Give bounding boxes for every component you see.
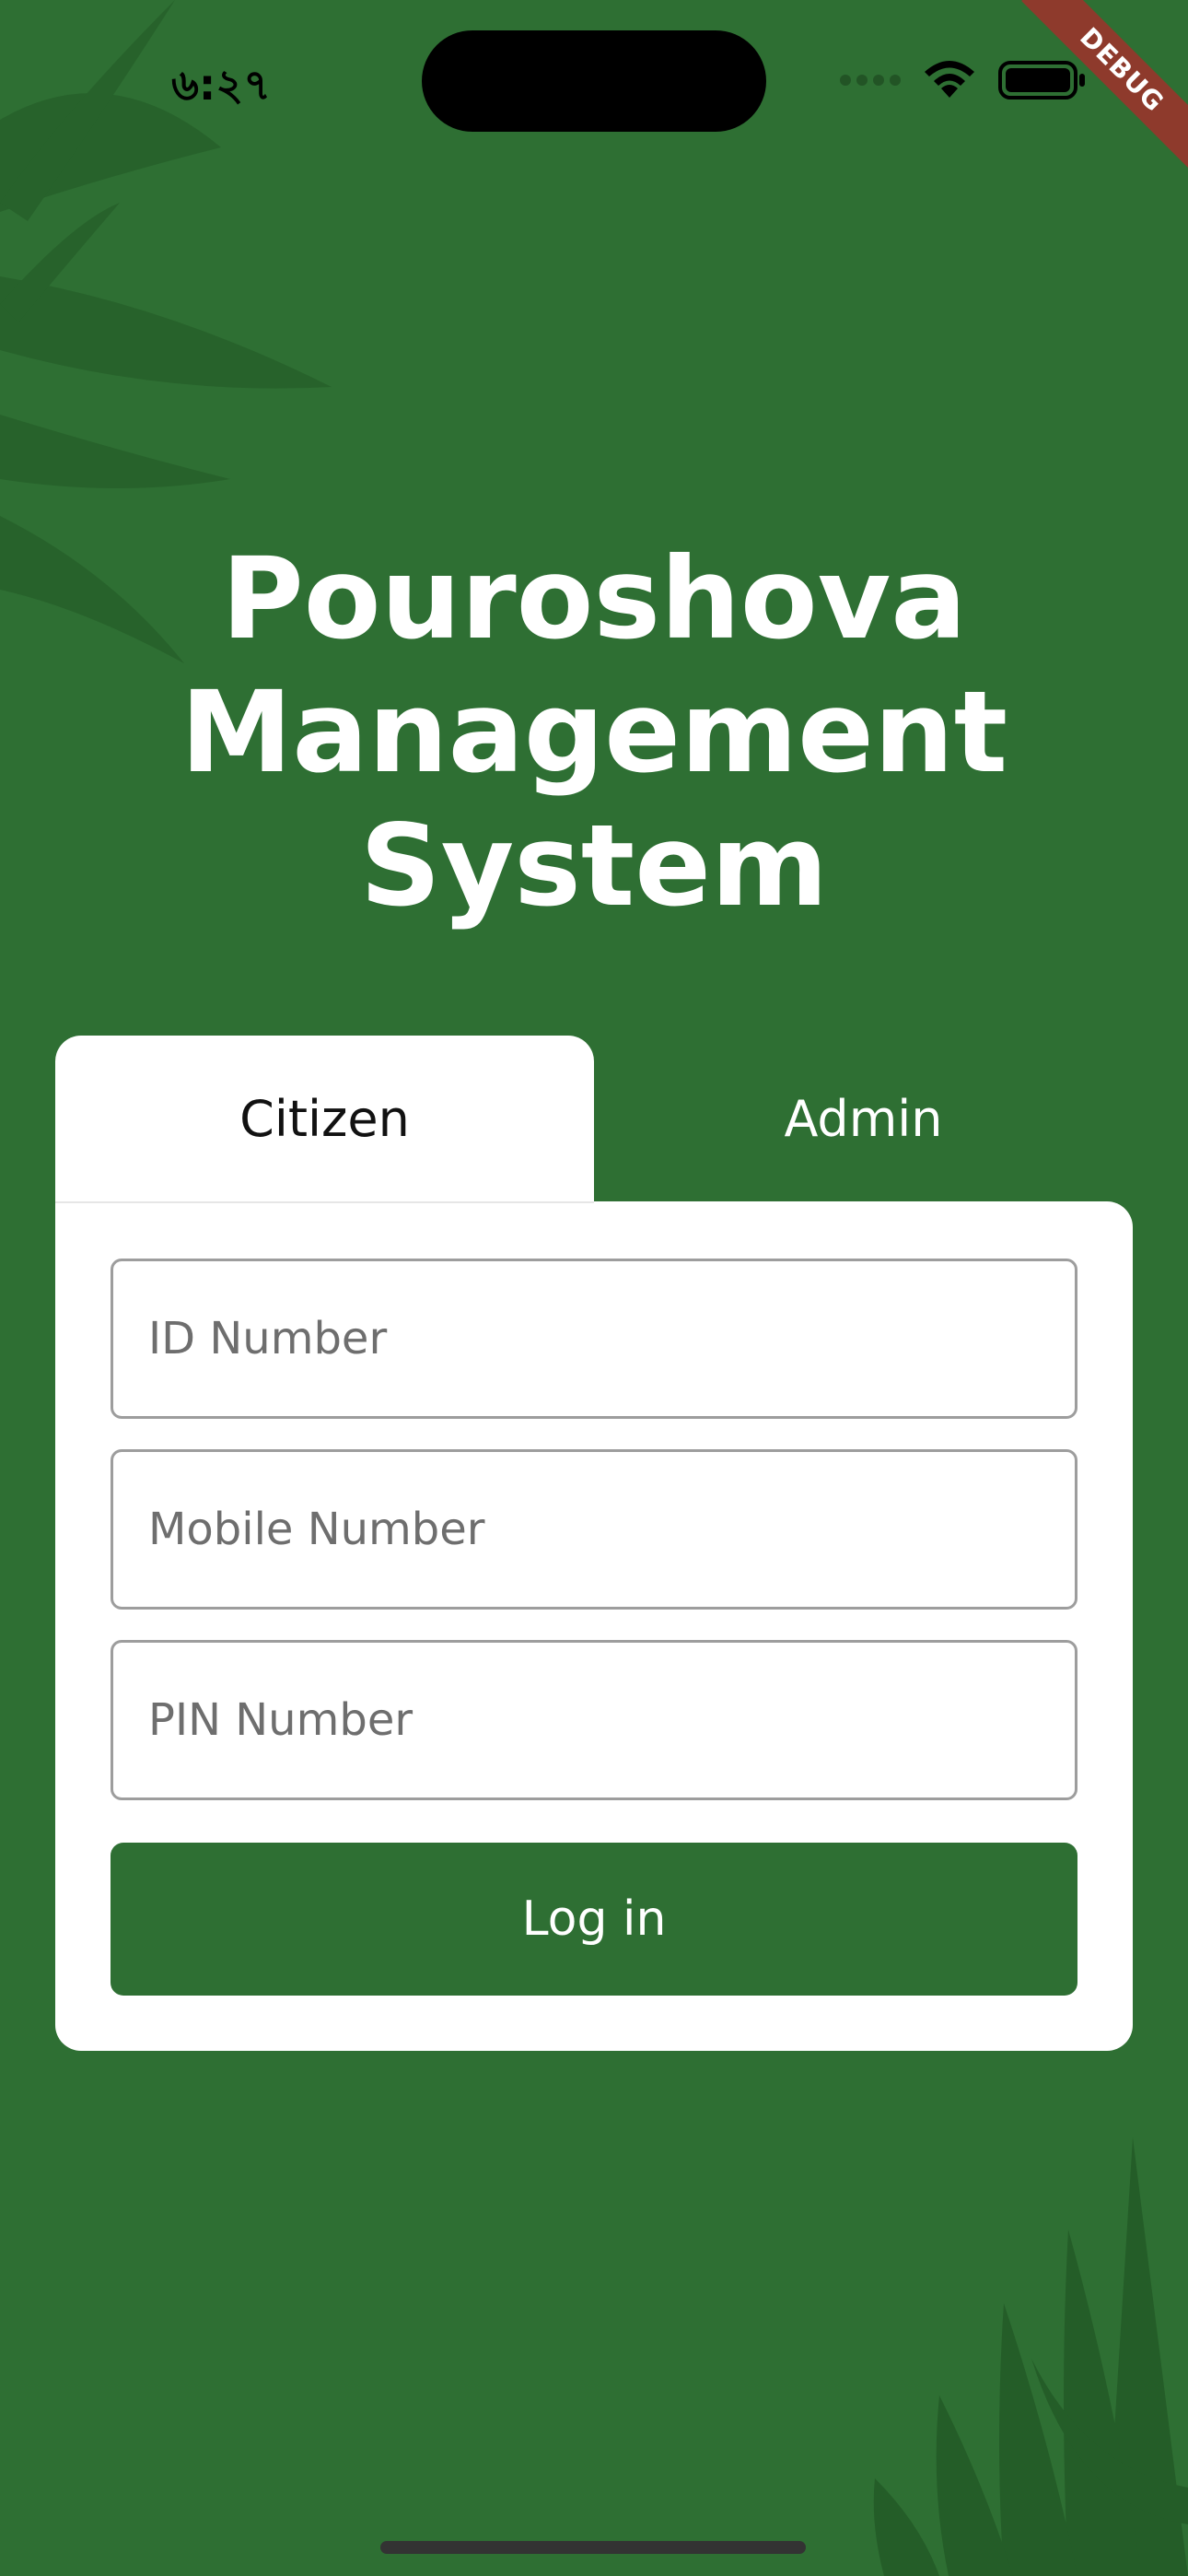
- pin-number-field[interactable]: [111, 1640, 1077, 1800]
- mobile-number-input[interactable]: [146, 1503, 1042, 1556]
- wifi-icon: [925, 61, 974, 98]
- id-number-field[interactable]: [111, 1259, 1077, 1419]
- dynamic-island: [422, 30, 766, 132]
- app-title-line-3: System: [359, 801, 829, 931]
- signal-dots-icon: [840, 75, 901, 86]
- login-screen: ৬:২৭ DEBUG Pouroshova Management System …: [0, 0, 1188, 2576]
- pin-number-input[interactable]: [146, 1693, 1042, 1747]
- login-button[interactable]: Log in: [111, 1843, 1077, 1996]
- status-time: ৬:২৭: [171, 60, 272, 110]
- tab-citizen[interactable]: Citizen: [55, 1036, 594, 1201]
- app-title: Pouroshova Management System: [0, 533, 1188, 933]
- mobile-number-field[interactable]: [111, 1449, 1077, 1610]
- status-icons: [840, 59, 1087, 101]
- home-indicator[interactable]: [380, 2541, 806, 2554]
- app-title-line-2: Management: [180, 667, 1008, 798]
- app-title-line-1: Pouroshova: [221, 533, 967, 664]
- tab-divider: [55, 1201, 594, 1203]
- id-number-input[interactable]: [146, 1312, 1042, 1365]
- tab-admin[interactable]: Admin: [594, 1036, 1133, 1201]
- battery-icon: [998, 61, 1085, 100]
